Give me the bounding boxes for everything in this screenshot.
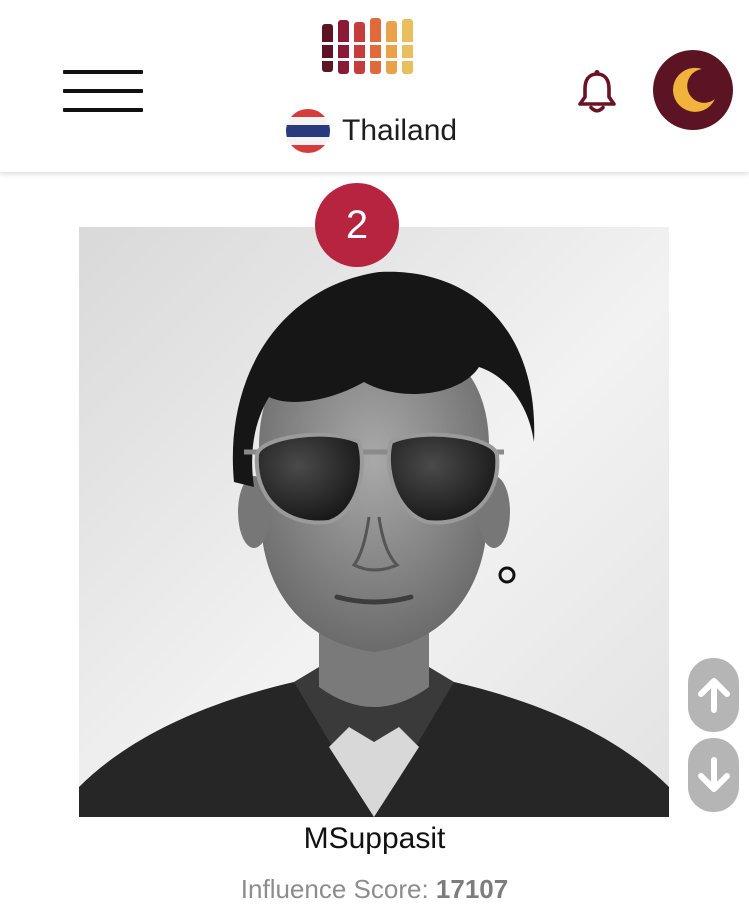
country-selector[interactable]: Thailand (286, 108, 457, 154)
portrait-illustration (79, 227, 669, 817)
arrow-up-icon (698, 678, 730, 713)
scroll-down-button[interactable] (688, 738, 739, 812)
top-header: Thailand (0, 0, 749, 172)
arrow-down-icon (698, 757, 730, 792)
score-value: 17107 (435, 874, 509, 904)
scroll-up-button[interactable] (688, 658, 739, 732)
profile-name[interactable]: MSuppasit (0, 822, 749, 856)
country-name: Thailand (342, 114, 458, 147)
theme-toggle-button[interactable] (653, 50, 733, 130)
profile-photo[interactable] (79, 227, 669, 817)
menu-line (63, 70, 143, 74)
bar-logo-icon[interactable] (320, 18, 420, 76)
influence-score: Influence Score: 17107 (0, 874, 749, 905)
hamburger-menu-icon[interactable] (63, 70, 143, 112)
thailand-flag-icon (286, 109, 330, 153)
rank-badge: 2 (315, 183, 399, 267)
menu-line (63, 108, 143, 112)
bell-icon[interactable] (576, 68, 618, 114)
moon-icon (672, 67, 715, 112)
menu-line (63, 89, 143, 93)
score-label: Influence Score: (240, 874, 429, 904)
